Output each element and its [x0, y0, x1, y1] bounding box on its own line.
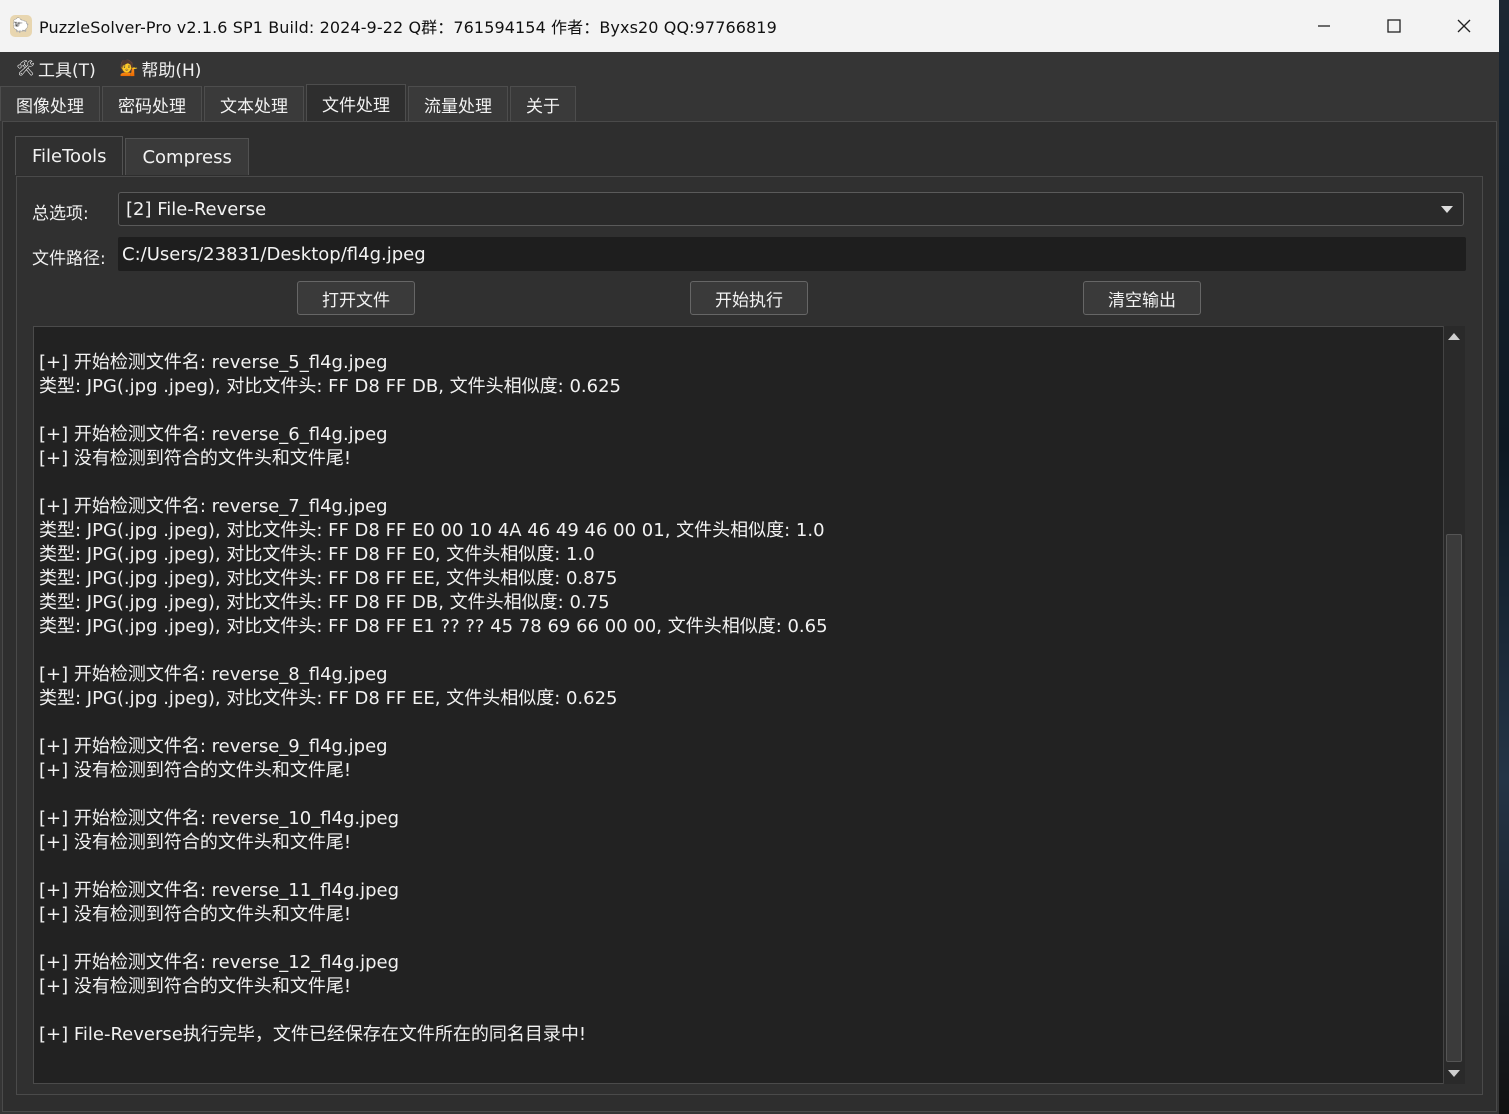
- close-icon: [1457, 19, 1471, 33]
- window-controls: [1289, 0, 1499, 52]
- tab-traffic[interactable]: 流量处理: [408, 86, 508, 121]
- output-textarea[interactable]: [+] 开始检测文件名: reverse_5_fl4g.jpeg 类型: JPG(…: [33, 326, 1465, 1084]
- minimize-icon: [1318, 25, 1330, 27]
- output-line: 类型: JPG(.jpg .jpeg), 对比文件头: FF D8 FF E0 …: [39, 520, 825, 541]
- output-line: [+] 没有检测到符合的文件头和文件尾!: [39, 448, 352, 469]
- scroll-thumb[interactable]: [1446, 534, 1462, 1062]
- output-line: [+] 开始检测文件名: reverse_10_fl4g.jpeg: [39, 808, 400, 829]
- output-line: [+] 没有检测到符合的文件头和文件尾!: [39, 976, 352, 997]
- path-label: 文件路径:: [32, 249, 106, 269]
- output-line: [+] 开始检测文件名: reverse_9_fl4g.jpeg: [39, 736, 388, 757]
- menu-tools[interactable]: 🛠 工具(T): [16, 56, 96, 81]
- menu-bar: 🛠 工具(T) 💁 帮助(H): [0, 52, 1499, 84]
- minimize-button[interactable]: [1289, 0, 1359, 52]
- output-line: [+] 开始检测文件名: reverse_11_fl4g.jpeg: [39, 880, 400, 901]
- option-label: 总选项:: [32, 204, 89, 224]
- option-select-value: [2] File-Reverse: [126, 198, 267, 220]
- output-scrollbar[interactable]: [1443, 326, 1465, 1084]
- path-input[interactable]: C:/Users/23831/Desktop/fl4g.jpeg: [118, 237, 1466, 271]
- output-line: [+] File-Reverse执行完毕，文件已经保存在文件所在的同名目录中!: [39, 1024, 587, 1045]
- menu-tools-label: 工具(T): [38, 60, 96, 81]
- tab-text[interactable]: 文本处理: [204, 86, 304, 121]
- output-line: [+] 开始检测文件名: reverse_7_fl4g.jpeg: [39, 496, 388, 517]
- maximize-button[interactable]: [1359, 0, 1429, 52]
- tab-about[interactable]: 关于: [510, 86, 576, 121]
- scroll-down-icon[interactable]: [1448, 1070, 1460, 1077]
- chevron-down-icon: [1441, 206, 1453, 213]
- sub-tabs: FileTools Compress: [15, 136, 251, 176]
- maximize-icon: [1387, 19, 1401, 33]
- tab-image[interactable]: 图像处理: [0, 86, 100, 121]
- sheep-icon: 🐑: [10, 15, 32, 37]
- output-line: 类型: JPG(.jpg .jpeg), 对比文件头: FF D8 FF DB,…: [39, 592, 610, 613]
- output-line: 类型: JPG(.jpg .jpeg), 对比文件头: FF D8 FF E0,…: [39, 544, 595, 565]
- output-line: 类型: JPG(.jpg .jpeg), 对比文件头: FF D8 FF EE,…: [39, 568, 618, 589]
- title-bar[interactable]: 🐑 PuzzleSolver-Pro v2.1.6 SP1 Build: 202…: [0, 0, 1499, 52]
- open-file-button[interactable]: 打开文件: [297, 281, 415, 315]
- menu-help-label: 帮助(H): [141, 60, 202, 81]
- output-line: [+] 没有检测到符合的文件头和文件尾!: [39, 904, 352, 925]
- window-title: PuzzleSolver-Pro v2.1.6 SP1 Build: 2024-…: [39, 18, 777, 37]
- desktop-background: [1499, 0, 1509, 1114]
- output-line: [+] 开始检测文件名: reverse_5_fl4g.jpeg: [39, 352, 388, 373]
- menu-help[interactable]: 💁 帮助(H): [120, 56, 202, 81]
- main-tabs: 图像处理 密码处理 文本处理 文件处理 流量处理 关于: [0, 84, 578, 122]
- output-line: [+] 没有检测到符合的文件头和文件尾!: [39, 832, 352, 853]
- output-line: [+] 开始检测文件名: reverse_6_fl4g.jpeg: [39, 424, 388, 445]
- run-button[interactable]: 开始执行: [690, 281, 808, 315]
- output-log: [+] 开始检测文件名: reverse_5_fl4g.jpeg 类型: JPG(…: [39, 351, 1439, 1047]
- clear-output-button[interactable]: 清空输出: [1083, 281, 1201, 315]
- output-line: [+] 开始检测文件名: reverse_8_fl4g.jpeg: [39, 664, 388, 685]
- app-window: 🐑 PuzzleSolver-Pro v2.1.6 SP1 Build: 202…: [0, 0, 1500, 1114]
- close-button[interactable]: [1429, 0, 1499, 52]
- output-line: 类型: JPG(.jpg .jpeg), 对比文件头: FF D8 FF DB,…: [39, 376, 621, 397]
- tab-compress[interactable]: Compress: [125, 138, 249, 175]
- tab-crypto[interactable]: 密码处理: [102, 86, 202, 121]
- option-select[interactable]: [2] File-Reverse: [118, 192, 1464, 226]
- tools-icon: 🛠: [16, 59, 36, 77]
- scroll-up-icon[interactable]: [1448, 333, 1460, 340]
- output-line: [+] 没有检测到符合的文件头和文件尾!: [39, 760, 352, 781]
- tab-file[interactable]: 文件处理: [306, 84, 406, 121]
- output-line: [+] 开始检测文件名: reverse_12_fl4g.jpeg: [39, 952, 400, 973]
- output-line: 类型: JPG(.jpg .jpeg), 对比文件头: FF D8 FF EE,…: [39, 688, 618, 709]
- output-line: 类型: JPG(.jpg .jpeg), 对比文件头: FF D8 FF E1 …: [39, 616, 828, 637]
- tab-filetools[interactable]: FileTools: [15, 136, 124, 175]
- helper-person-icon: 💁: [119, 59, 139, 77]
